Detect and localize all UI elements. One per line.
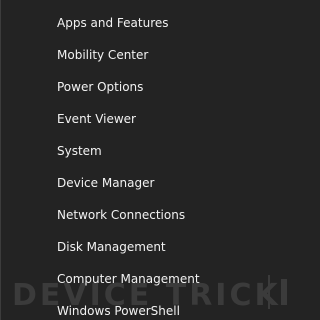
menu-item-system[interactable]: System <box>0 135 287 167</box>
menu-item-computer-management[interactable]: Computer Management <box>0 263 287 295</box>
menu-item-disk-management[interactable]: Disk Management <box>0 231 287 263</box>
menu-item-power-options[interactable]: Power Options <box>0 71 287 103</box>
menu-item-network-connections[interactable]: Network Connections <box>0 199 287 231</box>
menu-item-event-viewer[interactable]: Event Viewer <box>0 103 287 135</box>
menu-border <box>0 0 1 320</box>
menu-item-apps-and-features[interactable]: Apps and Features <box>0 7 287 39</box>
menu-list: Apps and Features Mobility Center Power … <box>0 7 287 320</box>
menu-item-windows-powershell[interactable]: Windows PowerShell <box>0 295 287 320</box>
menu-item-device-manager[interactable]: Device Manager <box>0 167 287 199</box>
menu-item-mobility-center[interactable]: Mobility Center <box>0 39 287 71</box>
quick-link-menu: DEVICE TRICKS Apps and Features Mobility… <box>0 0 287 320</box>
